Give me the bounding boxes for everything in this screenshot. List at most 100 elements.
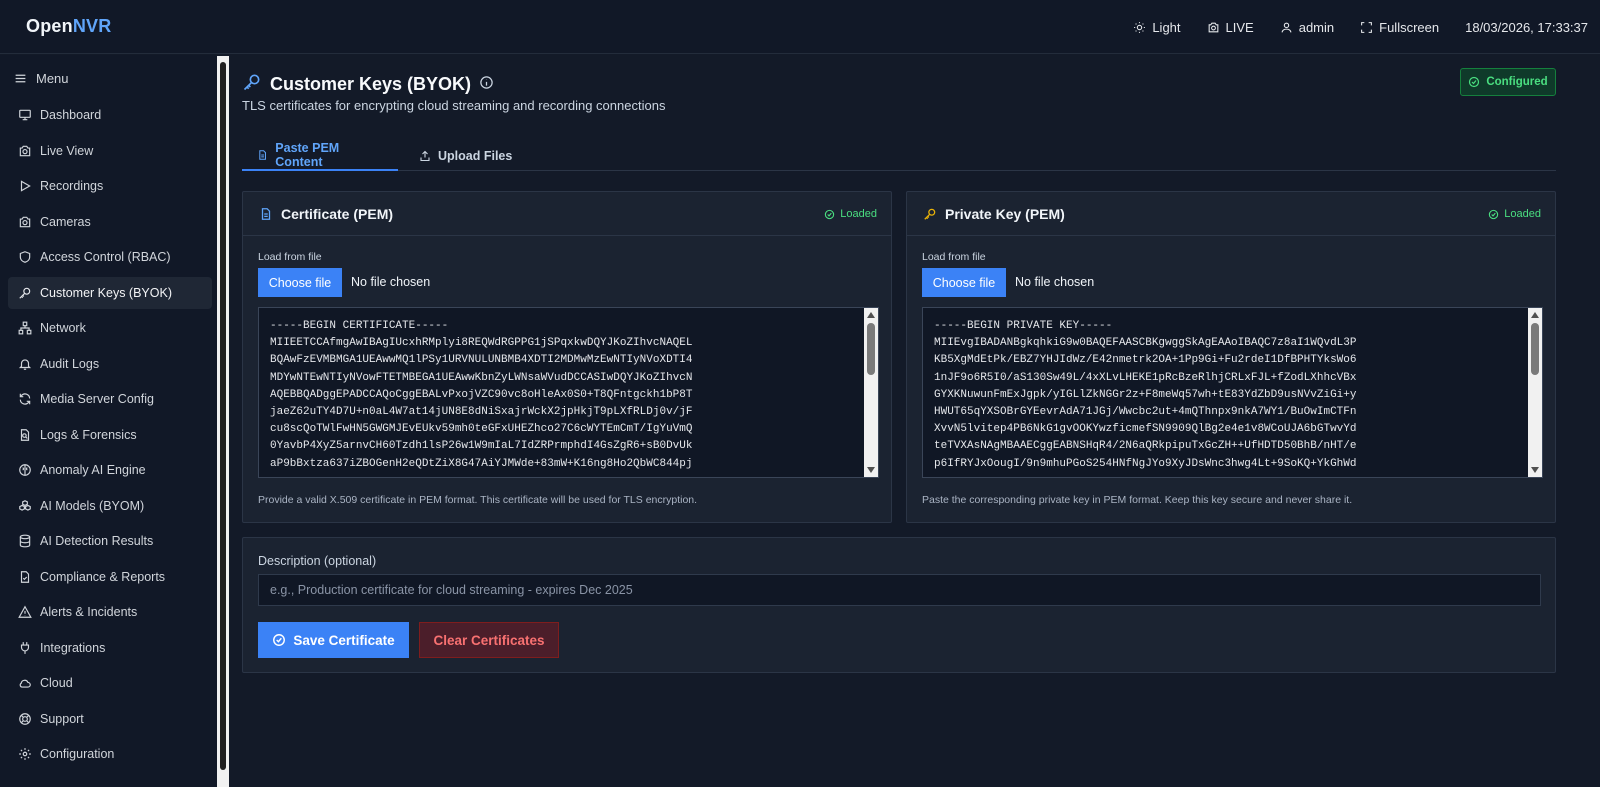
sidebar-item-media-server-config[interactable]: Media Server Config: [8, 383, 212, 415]
sidebar-item-cloud[interactable]: Cloud: [8, 667, 212, 699]
scroll-down-arrow-icon[interactable]: [1531, 467, 1539, 473]
sidebar-item-label: Integrations: [40, 640, 106, 655]
private-key-textarea-scrollbar[interactable]: [1528, 308, 1542, 477]
sidebar-scrollbar[interactable]: [217, 56, 229, 787]
theme-label: Light: [1152, 19, 1181, 35]
live-button[interactable]: LIVE: [1207, 20, 1254, 35]
live-label: LIVE: [1225, 19, 1254, 35]
clear-certificates-button[interactable]: Clear Certificates: [419, 622, 559, 658]
certificate-hint: Provide a valid X.509 certificate in PEM…: [258, 494, 698, 506]
sidebar-scroll-thumb[interactable]: [220, 62, 226, 770]
sidebar-item-label: Configuration: [40, 747, 115, 761]
file-text-icon: [259, 150, 266, 160]
tab-bar: Paste PEM Content Upload Files: [242, 141, 1556, 171]
fullscreen-icon: [1361, 21, 1373, 33]
file-text-icon: [261, 208, 271, 220]
tab-upload-files[interactable]: Upload Files: [404, 141, 527, 170]
sidebar-item-label: Live View: [40, 143, 94, 158]
sidebar-item-alerts-incidents[interactable]: Alerts & Incidents: [8, 596, 212, 628]
sidebar-item-logs-forensics[interactable]: Logs & Forensics: [8, 419, 212, 451]
certificate-textarea-scrollbar[interactable]: [864, 308, 878, 477]
user-menu-button[interactable]: admin: [1280, 20, 1334, 35]
sidebar-item-label: Network: [40, 321, 86, 335]
sidebar-item-ai-models[interactable]: AI Models (BYOM): [8, 490, 212, 522]
sidebar-item-support[interactable]: Support: [8, 703, 212, 735]
boxes-icon: [19, 499, 31, 511]
certificate-file-status: No file chosen: [351, 275, 431, 289]
shield-icon: [19, 251, 31, 263]
app-logo[interactable]: OpenNVR: [26, 16, 111, 37]
private-key-choose-file-button[interactable]: Choose file: [922, 268, 1006, 297]
page-subtitle: TLS certificates for encrypting cloud st…: [242, 98, 666, 113]
logo-prefix: Open: [26, 16, 73, 36]
sidebar-item-cameras[interactable]: Cameras: [8, 206, 212, 238]
sun-icon: [1134, 21, 1146, 33]
sidebar-item-live-view[interactable]: Live View: [8, 135, 212, 167]
menu-toggle[interactable]: Menu: [14, 71, 69, 86]
cloud-icon: [19, 679, 31, 688]
sidebar-item-label: Support: [40, 711, 84, 726]
private-key-card-title: Private Key (PEM): [945, 206, 1065, 222]
private-key-hint: Paste the corresponding private key in P…: [922, 494, 1353, 506]
check-circle-icon: [1489, 209, 1499, 219]
network-icon: [18, 321, 32, 335]
fullscreen-label: Fullscreen: [1379, 19, 1440, 35]
user-icon: [1281, 22, 1292, 32]
user-label: admin: [1298, 19, 1335, 35]
private-key-pem-textarea[interactable]: -----BEGIN PRIVATE KEY----- MIIEvgIBADAN…: [922, 307, 1543, 478]
description-input[interactable]: [258, 574, 1541, 606]
sidebar-item-label: AI Models (BYOM): [40, 498, 145, 513]
sidebar-item-label: Media Server Config: [40, 392, 154, 406]
description-card: Description (optional) Save Certificate …: [242, 537, 1556, 673]
scroll-up-arrow-icon[interactable]: [867, 312, 875, 318]
scroll-thumb[interactable]: [1531, 323, 1539, 375]
sidebar-item-access-control[interactable]: Access Control (RBAC): [8, 241, 212, 273]
scroll-thumb[interactable]: [867, 323, 875, 375]
sidebar-item-integrations[interactable]: Integrations: [8, 632, 212, 664]
certificate-pem-content: -----BEGIN CERTIFICATE----- MIIEETCCAfmg…: [270, 320, 693, 470]
sidebar-item-anomaly-ai-engine[interactable]: Anomaly AI Engine: [8, 454, 212, 486]
private-key-status-label: Loaded: [1504, 208, 1541, 220]
tab-label: Upload Files: [438, 148, 513, 163]
sidebar-item-audit-logs[interactable]: Audit Logs: [8, 348, 212, 380]
sidebar-item-customer-keys[interactable]: Customer Keys (BYOK): [8, 276, 212, 309]
sidebar-item-label: Audit Logs: [40, 356, 100, 371]
brain-icon: [19, 464, 31, 476]
camera-icon: [19, 216, 31, 227]
scroll-up-arrow-icon[interactable]: [1531, 312, 1539, 318]
certificate-pem-textarea[interactable]: -----BEGIN CERTIFICATE----- MIIEETCCAfmg…: [258, 307, 879, 478]
fullscreen-button[interactable]: Fullscreen: [1360, 20, 1439, 35]
sidebar-item-dashboard[interactable]: Dashboard: [8, 99, 212, 131]
file-check-icon: [20, 570, 30, 583]
monitor-icon: [19, 109, 31, 121]
sidebar-item-label: AI Detection Results: [40, 534, 154, 548]
sidebar-nav: Dashboard Live View Recordings Cameras A…: [8, 99, 212, 774]
upload-icon: [420, 150, 430, 161]
sidebar-item-recordings[interactable]: Recordings: [8, 170, 212, 202]
certificate-choose-file-button[interactable]: Choose file: [258, 268, 342, 297]
alert-triangle-icon: [18, 605, 32, 618]
sidebar: Menu Dashboard Live View Recordings Came…: [0, 55, 222, 787]
database-icon: [19, 534, 31, 548]
sidebar-item-ai-detection-results[interactable]: AI Detection Results: [8, 525, 212, 557]
bell-icon: [18, 358, 32, 370]
sidebar-item-network[interactable]: Network: [8, 312, 212, 344]
certificate-status: Loaded: [824, 208, 877, 220]
scroll-down-arrow-icon[interactable]: [867, 467, 875, 473]
key-icon: [19, 287, 31, 299]
file-search-icon: [20, 428, 30, 441]
info-icon[interactable]: [479, 75, 494, 95]
camera-icon: [1208, 22, 1218, 32]
sidebar-item-configuration[interactable]: Configuration: [8, 738, 212, 770]
main-content: Customer Keys (BYOK) TLS certificates fo…: [230, 55, 1600, 787]
sidebar-item-label: Dashboard: [40, 108, 102, 122]
sidebar-item-label: Customer Keys (BYOK): [40, 285, 172, 300]
certificate-file-label: Load from file: [258, 251, 322, 263]
tab-paste-pem[interactable]: Paste PEM Content: [242, 141, 398, 171]
sidebar-item-label: Cameras: [40, 214, 91, 229]
save-certificate-button[interactable]: Save Certificate: [258, 622, 409, 658]
theme-toggle-button[interactable]: Light: [1133, 19, 1181, 35]
page-title: Customer Keys (BYOK): [270, 74, 472, 94]
refresh-icon: [19, 393, 31, 405]
sidebar-item-compliance-reports[interactable]: Compliance & Reports: [8, 561, 212, 593]
